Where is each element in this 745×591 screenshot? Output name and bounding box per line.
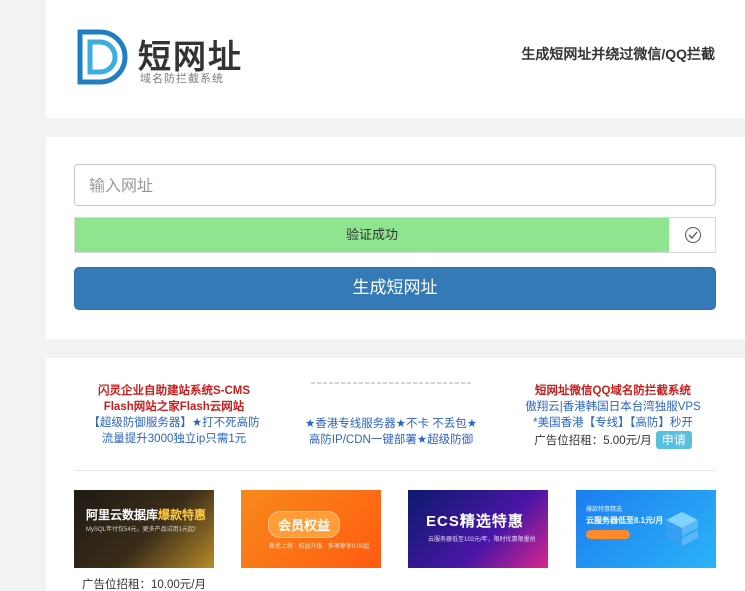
ad-right-line2[interactable]: 傲翔云|香港韩国日本台湾独服VPS — [508, 399, 718, 415]
ad-text-left[interactable]: 闪灵企业自助建站系统S-CMS Flash网站之家Flash云网站 【超级防御服… — [74, 383, 274, 447]
banner-2-subtitle: 新老上线 · 权益升级 · 多项尊享0.00起 — [269, 544, 370, 550]
header-slogan: 生成短网址并绕过微信/QQ拦截 — [521, 46, 715, 62]
server-stack-icon — [666, 512, 698, 546]
banner-aliyun-database[interactable]: 阿里云数据库爆款特惠 MySQL年付仅54元，更多产品试用1元起! — [74, 490, 214, 568]
banner-1-title-prefix: 阿里云数据库 — [86, 508, 159, 522]
shorten-form-card: 验证成功 生成短网址 — [46, 137, 745, 339]
logo-subtitle: 域名防拦截系统 — [140, 73, 224, 85]
ad-footer-price: 广告位招租：10.00元/月 — [82, 579, 206, 591]
ad-left-line3[interactable]: 【超级防御服务器】★打不死高防 — [74, 415, 274, 431]
ad-text-middle[interactable]: ★香港专线服务器★不卡 不丢包★ 高防IP/CDN一键部署★超级防御 — [296, 378, 486, 448]
header-card: 短网址 域名防拦截系统 生成短网址并绕过微信/QQ拦截 — [46, 0, 745, 118]
ad-right-price: 广告位招租：5.00元/月 — [534, 435, 652, 447]
banner-ecs-special[interactable]: ECS精选特惠 云服务器低至102元/年，限时优惠限量抢 — [408, 490, 548, 568]
ad-right-line3[interactable]: *美国香港【专线】【高防】秒开 — [508, 415, 718, 431]
banner-3-subtitle: 云服务器低至102元/年，限时优惠限量抢 — [428, 537, 536, 543]
banner-2-title: 会员权益 — [268, 511, 341, 538]
ad-left-line4[interactable]: 流量提升3000独立ip只需1元 — [74, 431, 274, 447]
banner-4-title: 云服务器低至8.1元/月 — [586, 516, 664, 525]
ad-left-line1[interactable]: 闪灵企业自助建站系统S-CMS — [74, 383, 274, 399]
check-circle-icon — [685, 227, 701, 243]
banner-member-benefits[interactable]: 会员权益 新老上线 · 权益升级 · 多项尊享0.00起 — [241, 490, 381, 568]
d-letter-logo-icon[interactable] — [76, 28, 132, 86]
ad-left-line2[interactable]: Flash网站之家Flash云网站 — [74, 399, 274, 415]
verify-slider[interactable]: 验证成功 — [74, 217, 716, 253]
ads-card: 闪灵企业自助建站系统S-CMS Flash网站之家Flash云网站 【超级防御服… — [46, 358, 745, 591]
ad-placeholder-line — [311, 382, 471, 384]
generate-short-url-button[interactable]: 生成短网址 — [74, 267, 716, 310]
banner-1-title-highlight: 爆款特惠 — [158, 508, 207, 522]
ad-text-right[interactable]: 短网址微信QQ域名防拦截系统 傲翔云|香港韩国日本台湾独服VPS *美国香港【专… — [508, 383, 718, 449]
ad-mid-line2[interactable]: 高防IP/CDN一键部署★超级防御 — [296, 432, 486, 448]
verify-status-text: 验证成功 — [345, 227, 398, 242]
banner-4-tag: 爆款特惠精选 — [586, 507, 623, 513]
ads-divider — [74, 470, 716, 471]
ad-right-line1[interactable]: 短网址微信QQ域名防拦截系统 — [508, 383, 718, 399]
banner-1-title: 阿里云数据库爆款特惠 — [86, 506, 206, 523]
banner-4-cta-pill — [586, 530, 630, 539]
banner-cloud-server[interactable]: 爆款特惠精选 云服务器低至8.1元/月 — [576, 490, 716, 568]
apply-button[interactable]: 申请 — [655, 431, 692, 449]
ad-mid-line1[interactable]: ★香港专线服务器★不卡 不丢包★ — [296, 416, 486, 432]
ad-right-price-row: 广告位招租：5.00元/月 申请 — [508, 431, 718, 449]
url-input[interactable] — [74, 164, 716, 206]
banner-1-subtitle: MySQL年付仅54元，更多产品试用1元起! — [86, 527, 196, 533]
banner-3-title: ECS精选特惠 — [426, 513, 524, 530]
